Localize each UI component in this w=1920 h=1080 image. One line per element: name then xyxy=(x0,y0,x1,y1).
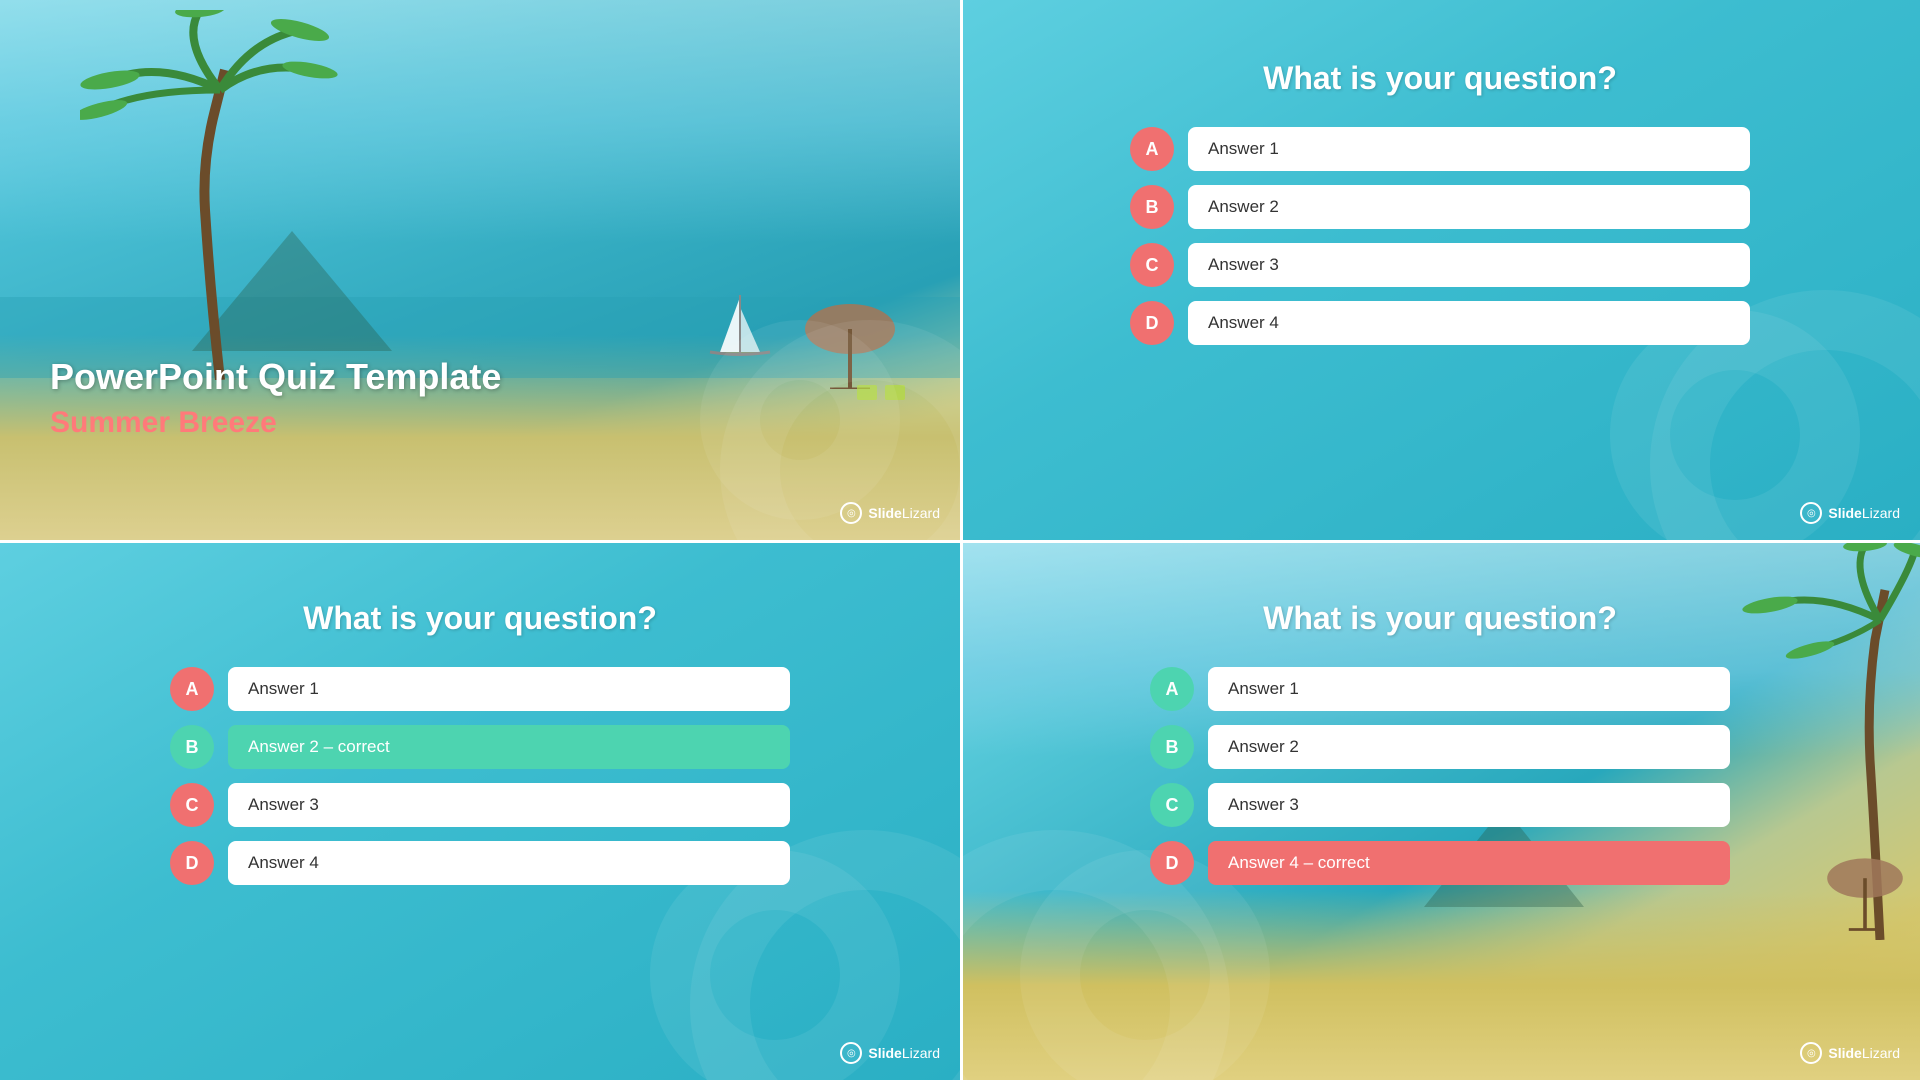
answer-row-c: C Answer 3 xyxy=(1130,243,1750,287)
palm-tree-svg xyxy=(80,10,360,380)
answer-box-d: Answer 4 xyxy=(1188,301,1750,345)
slidelizard-icon-3: ◎ xyxy=(840,1042,862,1064)
slidelizard-label: SlideLizard xyxy=(868,505,940,521)
slide-1-title-text: PowerPoint Quiz Template xyxy=(50,356,501,398)
slide-3-quiz-green: What is your question? A Answer 1 B Answ… xyxy=(0,540,960,1080)
slide-4-answers: A Answer 1 B Answer 2 C Answer 3 D Answe… xyxy=(1150,667,1730,885)
slide-2-logo: ◎ SlideLizard xyxy=(1800,502,1900,524)
answer-badge-3b-correct: B xyxy=(170,725,214,769)
slidelizard-icon-2: ◎ xyxy=(1800,502,1822,524)
answer-badge-3c: C xyxy=(170,783,214,827)
slidelizard-icon: ◎ xyxy=(840,502,862,524)
slide-2-question: What is your question? xyxy=(1263,60,1617,97)
answer-box-4a: Answer 1 xyxy=(1208,667,1730,711)
answer-box-3a: Answer 1 xyxy=(228,667,790,711)
answer-row-4a: A Answer 1 xyxy=(1150,667,1730,711)
answer-row-b: B Answer 2 xyxy=(1130,185,1750,229)
slide-4-quiz-red: What is your question? A Answer 1 B Answ… xyxy=(960,540,1920,1080)
answer-box-4c: Answer 3 xyxy=(1208,783,1730,827)
slide-1-logo: ◎ SlideLizard xyxy=(840,502,940,524)
slide-1-subtitle-text: Summer Breeze xyxy=(50,406,501,440)
answer-row-a: A Answer 1 xyxy=(1130,127,1750,171)
answer-box-b: Answer 2 xyxy=(1188,185,1750,229)
answer-badge-4d-red: D xyxy=(1150,841,1194,885)
slide-3-logo: ◎ SlideLizard xyxy=(840,1042,940,1064)
answer-box-a: Answer 1 xyxy=(1188,127,1750,171)
grid-divider-vertical xyxy=(960,0,963,1080)
answer-row-3d: D Answer 4 xyxy=(170,841,790,885)
answer-row-4d: D Answer 4 – correct xyxy=(1150,841,1730,885)
answer-row-3c: C Answer 3 xyxy=(170,783,790,827)
answer-badge-4b: B xyxy=(1150,725,1194,769)
slidelizard-icon-4: ◎ xyxy=(1800,1042,1822,1064)
slidelizard-label-4: SlideLizard xyxy=(1828,1045,1900,1061)
slide-3-answers: A Answer 1 B Answer 2 – correct C Answer… xyxy=(170,667,790,885)
answer-box-3b-correct: Answer 2 – correct xyxy=(228,725,790,769)
answer-badge-3d: D xyxy=(170,841,214,885)
slide-2-quiz-blank: What is your question? A Answer 1 B Answ… xyxy=(960,0,1920,540)
slide-2-answers: A Answer 1 B Answer 2 C Answer 3 D Answe… xyxy=(1130,127,1750,345)
answer-box-c: Answer 3 xyxy=(1188,243,1750,287)
answer-badge-4c: C xyxy=(1150,783,1194,827)
slide-4-question: What is your question? xyxy=(1263,600,1617,637)
answer-box-4b: Answer 2 xyxy=(1208,725,1730,769)
answer-badge-a: A xyxy=(1130,127,1174,171)
answer-box-4d-red: Answer 4 – correct xyxy=(1208,841,1730,885)
slidelizard-label-3: SlideLizard xyxy=(868,1045,940,1061)
answer-badge-b: B xyxy=(1130,185,1174,229)
slide-1-text-block: PowerPoint Quiz Template Summer Breeze xyxy=(50,356,501,440)
answer-badge-d: D xyxy=(1130,301,1174,345)
slidelizard-label-2: SlideLizard xyxy=(1828,505,1900,521)
answer-row-3a: A Answer 1 xyxy=(170,667,790,711)
answer-box-3d: Answer 4 xyxy=(228,841,790,885)
slide-1-title: PowerPoint Quiz Template Summer Breeze ◎… xyxy=(0,0,960,540)
answer-box-3c: Answer 3 xyxy=(228,783,790,827)
answer-row-d: D Answer 4 xyxy=(1130,301,1750,345)
answer-badge-4a: A xyxy=(1150,667,1194,711)
slide-3-question: What is your question? xyxy=(303,600,657,637)
slide-4-logo: ◎ SlideLizard xyxy=(1800,1042,1900,1064)
answer-badge-c: C xyxy=(1130,243,1174,287)
answer-row-3b: B Answer 2 – correct xyxy=(170,725,790,769)
answer-badge-3a: A xyxy=(170,667,214,711)
answer-row-4c: C Answer 3 xyxy=(1150,783,1730,827)
deco-circle-2 xyxy=(700,320,900,520)
answer-row-4b: B Answer 2 xyxy=(1150,725,1730,769)
